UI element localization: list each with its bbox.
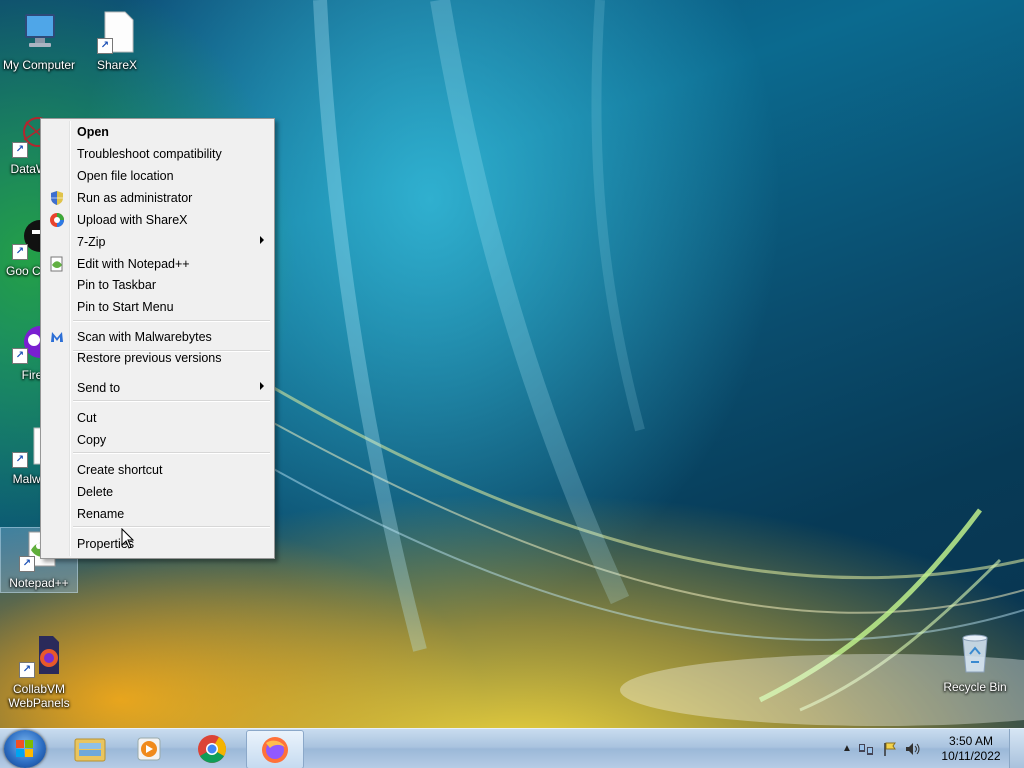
shortcut-arrow-icon: ↗ [12, 348, 28, 364]
network-icon[interactable] [858, 741, 874, 757]
start-button[interactable] [4, 730, 46, 768]
menu-item-pin-to-taskbar[interactable]: Pin to Taskbar [43, 274, 272, 296]
desktop-icon-label: Notepad++ [9, 576, 69, 590]
taskbar-chrome-button[interactable] [184, 730, 240, 767]
system-tray: ▲ 3:50 AM 10/11/2022 [838, 729, 1024, 768]
submenu-arrow-icon [260, 236, 264, 244]
desktop-icon-label: My Computer [2, 58, 76, 72]
show-desktop-button[interactable] [1009, 729, 1024, 768]
taskbar-media-player-button[interactable] [122, 730, 178, 767]
menu-item-label: Copy [77, 433, 107, 447]
desktop-icon-sharex[interactable]: ↗ ShareX [79, 10, 155, 72]
menu-separator [73, 526, 270, 528]
desktop-icon-collabvm-webpanels[interactable]: ↗ CollabVM WebPanels [1, 634, 77, 710]
menu-item-delete[interactable]: Delete [43, 481, 272, 503]
menu-item-troubleshoot-compatibility[interactable]: Troubleshoot compatibility [43, 143, 272, 165]
taskbar-explorer-button[interactable] [62, 730, 118, 767]
volume-icon[interactable] [904, 741, 922, 757]
desktop[interactable]: My Computer ↗ ShareX ↗ DataWa ↗ Goo Chro… [0, 0, 1024, 728]
menu-item-label: Edit with Notepad++ [77, 257, 190, 271]
shortcut-arrow-icon: ↗ [12, 244, 28, 260]
recycle-bin-icon [953, 632, 997, 676]
windows-logo-icon [16, 740, 33, 757]
menu-item-send-to[interactable]: Send to [43, 377, 272, 399]
shortcut-arrow-icon: ↗ [19, 662, 35, 678]
menu-item-label: Restore previous versions [77, 351, 222, 365]
menu-item-open[interactable]: Open [43, 121, 272, 143]
media-player-icon [137, 737, 161, 761]
action-center-flag-icon[interactable] [882, 741, 898, 757]
taskbar: ▲ 3:50 AM 10/11/2022 [0, 728, 1024, 768]
menu-separator [73, 400, 270, 402]
computer-icon [17, 10, 61, 54]
shield-icon [49, 190, 65, 206]
desktop-icon-my-computer[interactable]: My Computer [1, 10, 77, 72]
menu-item-run-as-administrator[interactable]: Run as administrator [43, 187, 272, 209]
menu-item-label: Pin to Taskbar [77, 278, 156, 292]
menu-item-label: Pin to Start Menu [77, 300, 174, 314]
sharex-icon [49, 212, 65, 228]
menu-separator [73, 350, 270, 352]
menu-item-label: Delete [77, 485, 114, 499]
shortcut-arrow-icon: ↗ [97, 38, 113, 54]
menu-separator [73, 452, 270, 454]
submenu-arrow-icon [260, 382, 264, 390]
clock-time: 3:50 AM [948, 734, 994, 748]
desktop-icon-label: ShareX [96, 58, 138, 72]
shortcut-arrow-icon: ↗ [12, 142, 28, 158]
menu-item-label: Scan with Malwarebytes [77, 330, 212, 344]
menu-item-label: Run as administrator [77, 191, 193, 205]
menu-item-scan-with-malwarebytes[interactable]: Scan with Malwarebytes [43, 326, 272, 348]
shortcut-arrow-icon: ↗ [19, 556, 35, 572]
menu-item-label: Create shortcut [77, 463, 163, 477]
show-hidden-icons-chevron-icon[interactable]: ▲ [842, 743, 852, 754]
firefox-document-icon: ↗ [17, 634, 61, 678]
menu-item-label: Cut [77, 411, 97, 425]
mouse-cursor-icon [121, 528, 135, 549]
menu-item-rename[interactable]: Rename [43, 503, 272, 525]
menu-item-label: Upload with ShareX [77, 213, 188, 227]
menu-item-label: Send to [77, 381, 121, 395]
taskbar-firefox-button[interactable] [246, 730, 304, 768]
explorer-icon [74, 738, 106, 762]
menu-item-edit-with-notepad[interactable]: Edit with Notepad++ [43, 253, 272, 275]
context-menu: Open Troubleshoot compatibility Open file … [40, 118, 275, 559]
menu-item-copy[interactable]: Copy [43, 429, 272, 451]
menu-item-label: Troubleshoot compatibility [77, 147, 222, 161]
firefox-icon [262, 737, 288, 763]
clock[interactable]: 3:50 AM 10/11/2022 [938, 734, 1004, 764]
chrome-icon [198, 735, 226, 763]
desktop-icon-recycle-bin[interactable]: Recycle Bin [937, 632, 1013, 694]
desktop-icon-label: CollabVM WebPanels [8, 682, 70, 710]
clock-date: 10/11/2022 [941, 749, 1001, 763]
menu-item-create-shortcut[interactable]: Create shortcut [43, 459, 272, 481]
menu-separator [73, 320, 270, 322]
menu-item-7-zip[interactable]: 7-Zip [43, 231, 272, 253]
menu-item-upload-with-sharex[interactable]: Upload with ShareX [43, 209, 272, 231]
shortcut-arrow-icon: ↗ [12, 452, 28, 468]
menu-item-label: 7-Zip [77, 235, 106, 249]
desktop-icon-label: Recycle Bin [943, 680, 1007, 694]
menu-item-label: Rename [77, 507, 125, 521]
menu-item-label: Open file location [77, 169, 174, 183]
menu-item-properties[interactable]: Properties [43, 533, 272, 555]
menu-item-label: Open [77, 125, 109, 139]
document-icon: ↗ [95, 10, 139, 54]
menu-item-pin-to-start-menu[interactable]: Pin to Start Menu [43, 296, 272, 318]
menu-item-cut[interactable]: Cut [43, 407, 272, 429]
malwarebytes-icon [49, 329, 65, 345]
notepadpp-icon [49, 256, 65, 272]
menu-item-open-file-location[interactable]: Open file location [43, 165, 272, 187]
